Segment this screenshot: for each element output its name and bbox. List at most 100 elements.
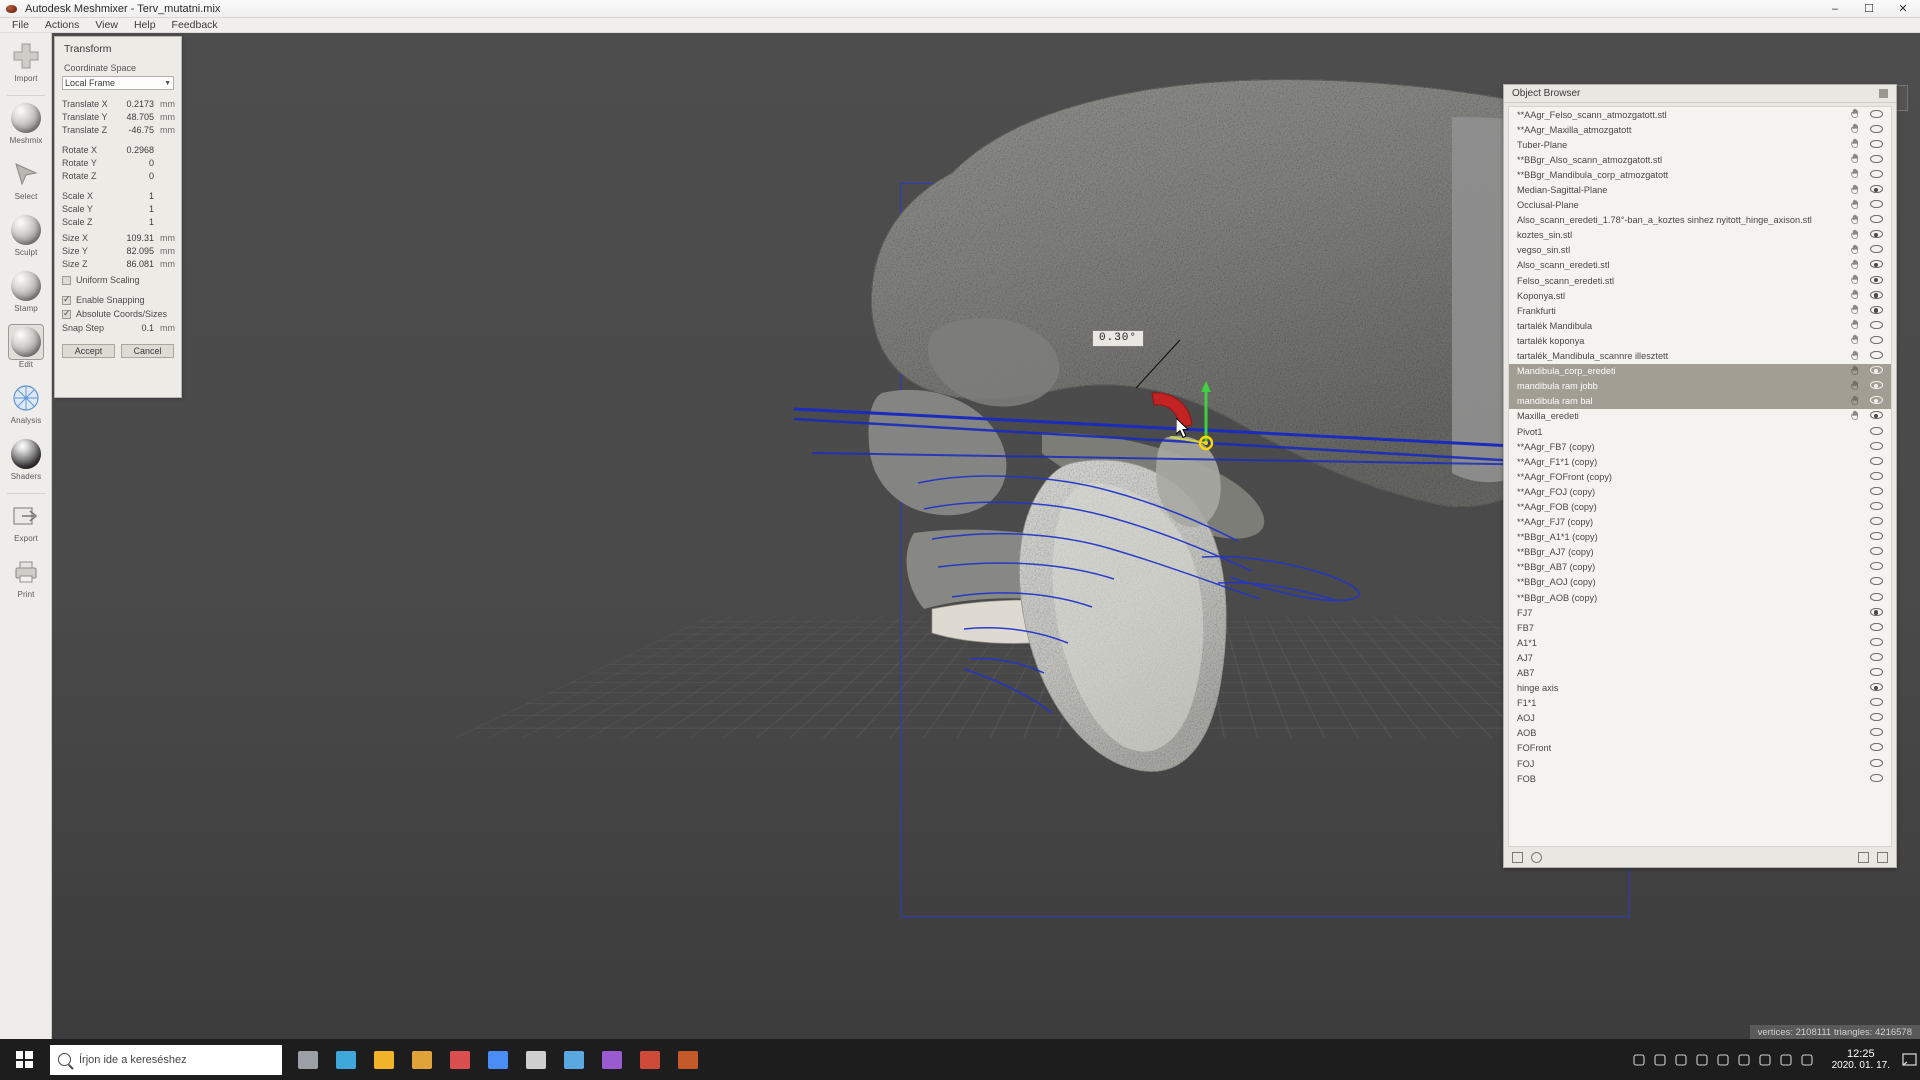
word-icon[interactable] [670,1039,706,1080]
field-rotate-y[interactable]: Rotate Y 0 [62,156,174,169]
bluetooth-icon[interactable] [1674,1053,1688,1067]
field-scale-y[interactable]: Scale Y 1 [62,202,174,215]
object-list-item[interactable]: F1*1 [1509,696,1891,711]
eye-visibility-icon[interactable] [1865,260,1887,270]
eye-visibility-icon[interactable] [1865,140,1887,150]
object-list-item[interactable]: mandibula ram bal [1509,394,1891,409]
enable-snapping-checkbox[interactable]: Enable Snapping [62,293,174,307]
chrome-icon[interactable] [480,1039,516,1080]
object-list-item[interactable]: **BBgr_AOB (copy) [1509,590,1891,605]
field-value[interactable]: 1 [114,191,156,201]
eye-visibility-icon[interactable] [1865,291,1887,301]
field-value[interactable]: 1 [114,217,156,227]
onedrive-icon[interactable] [1653,1053,1667,1067]
object-list-item[interactable]: AJ7 [1509,650,1891,665]
object-list-item[interactable]: Koponya.stl [1509,288,1891,303]
network-icon[interactable] [1758,1053,1772,1067]
hand-drag-icon[interactable] [1845,229,1865,242]
tool-export[interactable]: Export [0,499,52,551]
mail-icon[interactable] [442,1039,478,1080]
hand-drag-icon[interactable] [1845,304,1865,317]
hand-drag-icon[interactable] [1845,380,1865,393]
eye-visibility-icon[interactable] [1865,336,1887,346]
eye-visibility-icon[interactable] [1865,532,1887,542]
export-object-icon[interactable] [1858,852,1869,863]
object-list-item[interactable]: hinge axis [1509,681,1891,696]
eye-visibility-icon[interactable] [1865,577,1887,587]
tool-stamp[interactable]: Stamp [0,269,52,321]
object-list-item[interactable]: **BBgr_Mandibula_corp_atmozgatott [1509,167,1891,182]
field-size-z[interactable]: Size Z 86.081 mm [62,257,174,270]
eye-visibility-icon[interactable] [1865,245,1887,255]
tool-select[interactable]: Select [0,157,52,209]
object-list-item[interactable]: **AAgr_FB7 (copy) [1509,439,1891,454]
eye-visibility-icon[interactable] [1865,155,1887,165]
hand-drag-icon[interactable] [1845,274,1865,287]
eye-visibility-icon[interactable] [1865,381,1887,391]
eye-visibility-icon[interactable] [1865,713,1887,723]
object-list-item[interactable]: Maxilla_eredeti [1509,409,1891,424]
eye-visibility-icon[interactable] [1865,351,1887,361]
field-snap-step[interactable]: Snap Step 0.1 mm [62,321,174,334]
accept-button[interactable]: Accept [62,344,115,358]
edge-browser-icon[interactable] [328,1039,364,1080]
object-list-item[interactable]: tartalék koponya [1509,333,1891,348]
eye-visibility-icon[interactable] [1865,472,1887,482]
object-list-item[interactable]: Also_scann_eredeti.stl [1509,258,1891,273]
field-scale-z[interactable]: Scale Z 1 [62,215,174,228]
hand-drag-icon[interactable] [1845,214,1865,227]
object-list-item[interactable]: Also_scann_eredeti_1.78°-ban_a_koztes si… [1509,213,1891,228]
hand-drag-icon[interactable] [1845,319,1865,332]
field-rotate-x[interactable]: Rotate X 0.2968 [62,143,174,156]
action-center-icon[interactable] [1898,1039,1920,1080]
field-size-x[interactable]: Size X 109.31 mm [62,231,174,244]
field-scale-x[interactable]: Scale X 1 [62,189,174,202]
field-value[interactable]: 86.081 [114,259,156,269]
menu-item-file[interactable]: File [4,18,37,32]
hand-drag-icon[interactable] [1845,395,1865,408]
object-list-item[interactable]: Pivot1 [1509,424,1891,439]
field-value[interactable]: 0.2968 [114,145,156,155]
field-translate-z[interactable]: Translate Z -46.75 mm [62,123,174,136]
absolute-coords-checkbox[interactable]: Absolute Coords/Sizes [62,307,174,321]
object-list-item[interactable]: **AAgr_FJ7 (copy) [1509,515,1891,530]
delete-icon[interactable] [1877,852,1888,863]
field-value[interactable]: 0.2173 [114,99,156,109]
field-value[interactable]: 109.31 [114,233,156,243]
eye-visibility-icon[interactable] [1865,125,1887,135]
object-list-item[interactable]: FB7 [1509,620,1891,635]
hand-drag-icon[interactable] [1845,199,1865,212]
eye-visibility-icon[interactable] [1865,276,1887,286]
tool-meshmix[interactable]: Meshmix [0,101,52,153]
eye-visibility-icon[interactable] [1865,230,1887,240]
eye-visibility-icon[interactable] [1865,743,1887,753]
usb-icon[interactable] [1737,1053,1751,1067]
object-list-item[interactable]: **BBgr_AJ7 (copy) [1509,545,1891,560]
cancel-button[interactable]: Cancel [121,344,174,358]
object-list-item[interactable]: **BBgr_AB7 (copy) [1509,560,1891,575]
menu-item-view[interactable]: View [87,18,126,32]
field-value[interactable]: 1 [114,204,156,214]
object-list-item[interactable]: **AAgr_Felso_scann_atmozgatott.stl [1509,107,1891,122]
eye-visibility-icon[interactable] [1865,517,1887,527]
object-list-item[interactable]: vegso_sin.stl [1509,243,1891,258]
field-value[interactable]: 0.1 [114,323,156,333]
eye-visibility-icon[interactable] [1865,306,1887,316]
object-list-item[interactable]: **AAgr_Maxilla_atmozgatott [1509,122,1891,137]
photos-icon[interactable] [556,1039,592,1080]
eye-visibility-icon[interactable] [1865,593,1887,603]
hand-drag-icon[interactable] [1845,184,1865,197]
taskbar-clock[interactable]: 12:25 2020. 01. 17. [1824,1048,1898,1072]
eye-visibility-icon[interactable] [1865,427,1887,437]
hand-drag-icon[interactable] [1845,365,1865,378]
show-hidden-icons[interactable] [1632,1053,1646,1067]
field-value[interactable]: 0 [114,158,156,168]
eye-visibility-icon[interactable] [1865,698,1887,708]
hand-drag-icon[interactable] [1845,168,1865,181]
object-list-item[interactable]: tartalék_Mandibula_scannre illesztett [1509,349,1891,364]
eye-visibility-icon[interactable] [1865,623,1887,633]
word-tray-icon[interactable] [1695,1053,1709,1067]
visibility-toggle-icon[interactable] [1531,852,1542,863]
tool-import[interactable]: Import [0,39,52,91]
object-list-item[interactable]: Occlusal-Plane [1509,198,1891,213]
